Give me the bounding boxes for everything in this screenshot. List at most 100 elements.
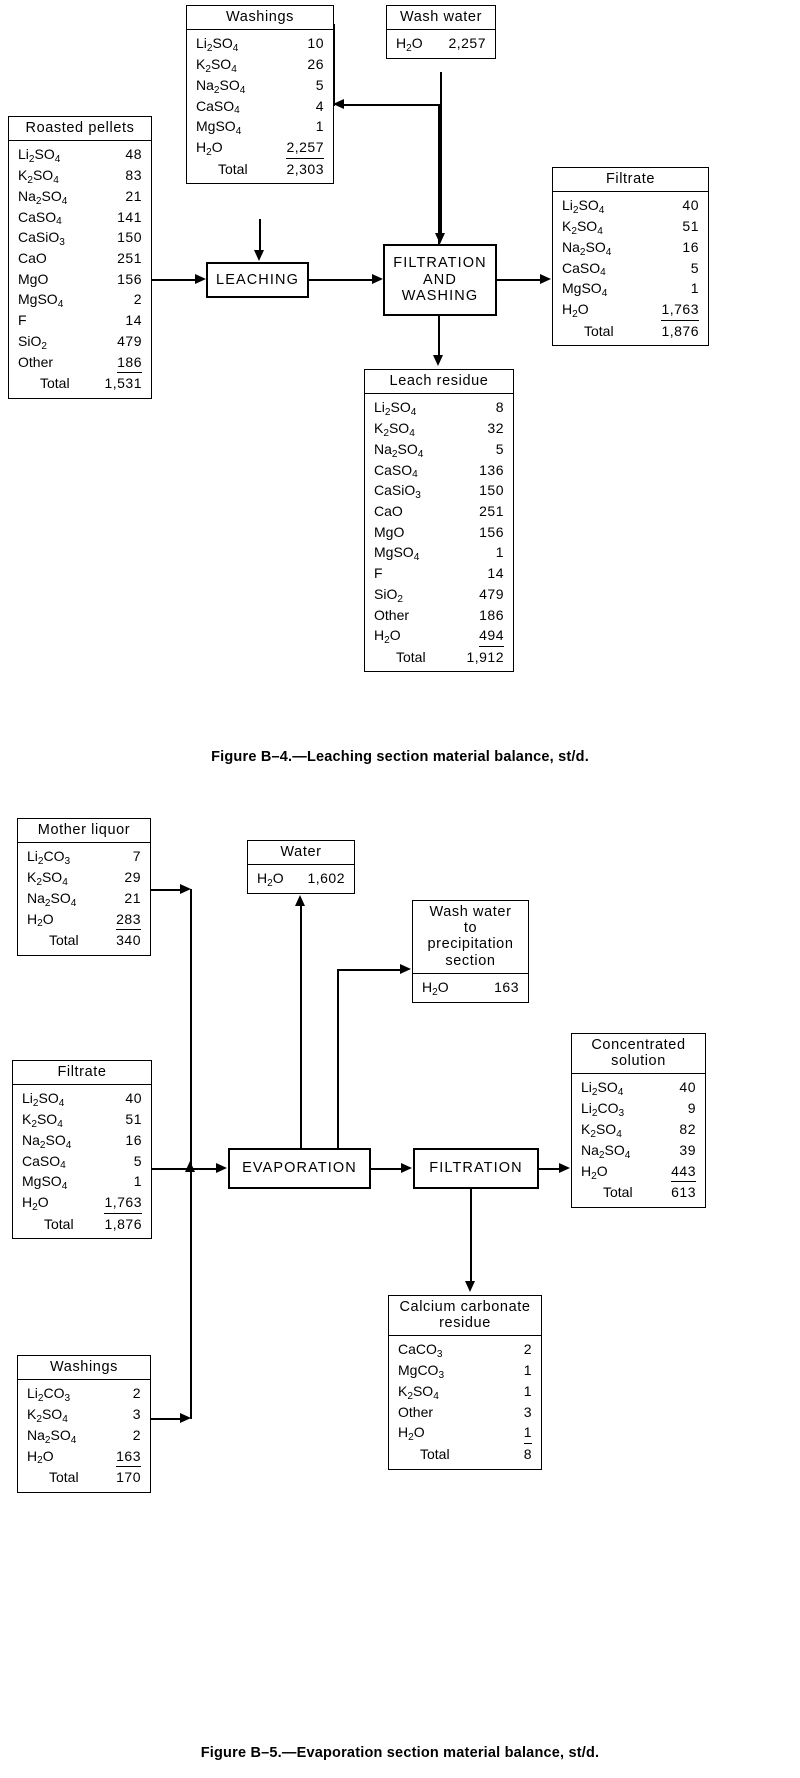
table-row: Li2CO3 2	[27, 1383, 141, 1404]
row-value: 40	[125, 1090, 142, 1107]
row-label: Total	[44, 1215, 74, 1232]
row-value: 1	[523, 1362, 532, 1379]
row-label: Li2SO4	[22, 1090, 65, 1110]
row-label: CaSiO3	[18, 229, 65, 249]
box-body: Li2SO4 10 K2SO4 26 Na2SO4 5 CaSO4 4 MgSO4 1 H2O 2,2…	[187, 30, 333, 183]
row-label: MgSO4	[562, 280, 608, 300]
row-value: 1,531	[104, 375, 142, 392]
table-row: Na2SO4 39	[581, 1140, 696, 1161]
box-body: Li2CO3 7 K2SO4 29 Na2SO4 21 H2O 283 Total 340	[18, 843, 150, 955]
table-row: K2SO4 51	[22, 1109, 142, 1130]
row-value: 5	[133, 1152, 142, 1169]
row-value: 1	[523, 1383, 532, 1400]
stream-box-washings-b4: Washings Li2SO4 10 K2SO4 26 Na2SO4 5 CaSO4 4 MgS…	[186, 5, 334, 185]
diagram-canvas: Washings Li2SO4 10 K2SO4 26 Na2SO4 5 CaSO4 4 MgS…	[0, 0, 800, 1778]
connector-evaporation-to-washwater-horiz	[337, 969, 401, 971]
table-row: Na2SO4 5	[374, 439, 504, 460]
stream-box-filtrate-b4: Filtrate Li2SO4 40 K2SO4 51 Na2SO4 16 CaSO4 5 Mg…	[552, 167, 709, 347]
table-row: Li2SO4 10	[196, 33, 324, 54]
row-value: 141	[117, 208, 142, 225]
table-row: Other 3	[398, 1402, 532, 1423]
table-row: Na2SO4 2	[27, 1425, 141, 1446]
row-value: 156	[117, 270, 142, 287]
table-row: H2O 1	[398, 1422, 532, 1445]
row-label: H2O	[27, 1447, 54, 1467]
arrow-bus-upward	[185, 1161, 195, 1172]
arrow-evaporation-into-filtration	[401, 1163, 412, 1173]
table-row: Li2SO4 48	[18, 144, 142, 165]
row-value: 2,257	[286, 137, 324, 159]
table-row: CaSO4 5	[562, 258, 699, 279]
row-value: 1,876	[661, 322, 699, 339]
row-value: 14	[487, 565, 504, 582]
figure-caption-b5: Figure B–5.—Evaporation section material…	[200, 1745, 600, 1761]
table-row: CaSO4 136	[374, 460, 504, 481]
row-label: CaCO3	[398, 1341, 443, 1361]
row-label: SiO2	[374, 585, 403, 605]
row-label: Li2CO3	[27, 848, 71, 868]
table-row: CaO 251	[374, 501, 504, 522]
row-label: Total	[40, 375, 70, 392]
arrow-filtration-into-filtrate	[540, 274, 551, 284]
row-value: 21	[125, 187, 142, 204]
table-row: CaSO4 141	[18, 207, 142, 228]
stream-box-roasted-pellets-b4: Roasted pellets Li2SO4 48 K2SO4 83 Na2SO4 21 C…	[8, 116, 152, 399]
row-value: 251	[117, 250, 142, 267]
row-value: 443	[671, 1161, 696, 1183]
arrow-roasted-pellets-into-leaching	[195, 274, 206, 284]
connector-bus-lower-vert	[190, 1172, 192, 1419]
arrow-washings-into-leaching	[254, 250, 264, 261]
row-label: Total	[49, 1469, 79, 1486]
table-row: SiO2 479	[374, 584, 504, 605]
row-label: Li2SO4	[374, 399, 417, 419]
table-row-total: Total 8	[398, 1444, 532, 1465]
stream-box-filtrate-b5: Filtrate Li2SO4 40 K2SO4 51 Na2SO4 16 CaSO4 5 Mg…	[12, 1060, 152, 1240]
row-value: 479	[117, 332, 142, 349]
row-value: 1,763	[661, 299, 699, 321]
row-value: 163	[494, 978, 519, 995]
connector-evaporation-to-water-vert	[300, 905, 302, 1149]
row-label: Total	[396, 648, 426, 665]
table-row: H2O 1,763	[22, 1192, 142, 1214]
table-row-total: Total 2,303	[196, 159, 324, 180]
table-row: Li2CO3 9	[581, 1098, 696, 1119]
table-row: CaCO3 2	[398, 1339, 532, 1360]
table-row-total: Total 1,912	[374, 647, 504, 668]
row-label: K2SO4	[581, 1121, 622, 1140]
stream-box-concentrated-solution-b5: Concentrated solution Li2SO4 40 Li2CO3 9 K2S…	[571, 1033, 706, 1208]
arrow-filtration-into-concentrated-solution	[559, 1163, 570, 1173]
row-value: 8	[523, 1446, 532, 1463]
row-label: K2SO4	[374, 420, 415, 439]
box-body: Li2SO4 40 K2SO4 51 Na2SO4 16 CaSO4 5 MgSO4 1 H2O 1,…	[13, 1085, 151, 1238]
row-value: 40	[679, 1079, 696, 1096]
row-label: F	[374, 565, 383, 582]
box-title: Mother liquor	[18, 819, 150, 844]
arrow-leaching-into-filtration	[372, 274, 383, 284]
row-value: 14	[125, 312, 142, 329]
row-value: 186	[117, 352, 142, 374]
row-value: 26	[307, 56, 324, 73]
row-label: Li2SO4	[18, 146, 61, 166]
table-row: K2SO4 1	[398, 1381, 532, 1402]
row-value: 1,763	[104, 1192, 142, 1214]
table-row: MgCO3 1	[398, 1360, 532, 1381]
table-row: Li2SO4 40	[562, 195, 699, 216]
row-label: Other	[374, 606, 410, 623]
row-value: 340	[116, 932, 141, 949]
row-value: 1	[315, 118, 324, 135]
connector-filtration-to-concentrated-horiz	[539, 1168, 560, 1170]
row-value: 1	[523, 1422, 532, 1445]
table-row: K2SO4 26	[196, 54, 324, 75]
connector-wash-water-vert	[440, 72, 442, 234]
table-row: MgO 156	[374, 522, 504, 543]
row-value: 9	[687, 1100, 696, 1117]
row-label: H2O	[374, 627, 401, 647]
row-value: 2,303	[286, 160, 324, 177]
row-label: Total	[420, 1446, 450, 1463]
row-label: Na2SO4	[18, 187, 68, 207]
box-body: H2O 1,602	[248, 865, 354, 893]
box-body: Li2SO4 40 Li2CO3 9 K2SO4 82 Na2SO4 39 H2O 443 Tota…	[572, 1074, 705, 1206]
table-row: CaSO4 5	[22, 1151, 142, 1172]
connector-evaporation-to-filtration-horiz	[371, 1168, 402, 1170]
row-value: 39	[679, 1141, 696, 1158]
